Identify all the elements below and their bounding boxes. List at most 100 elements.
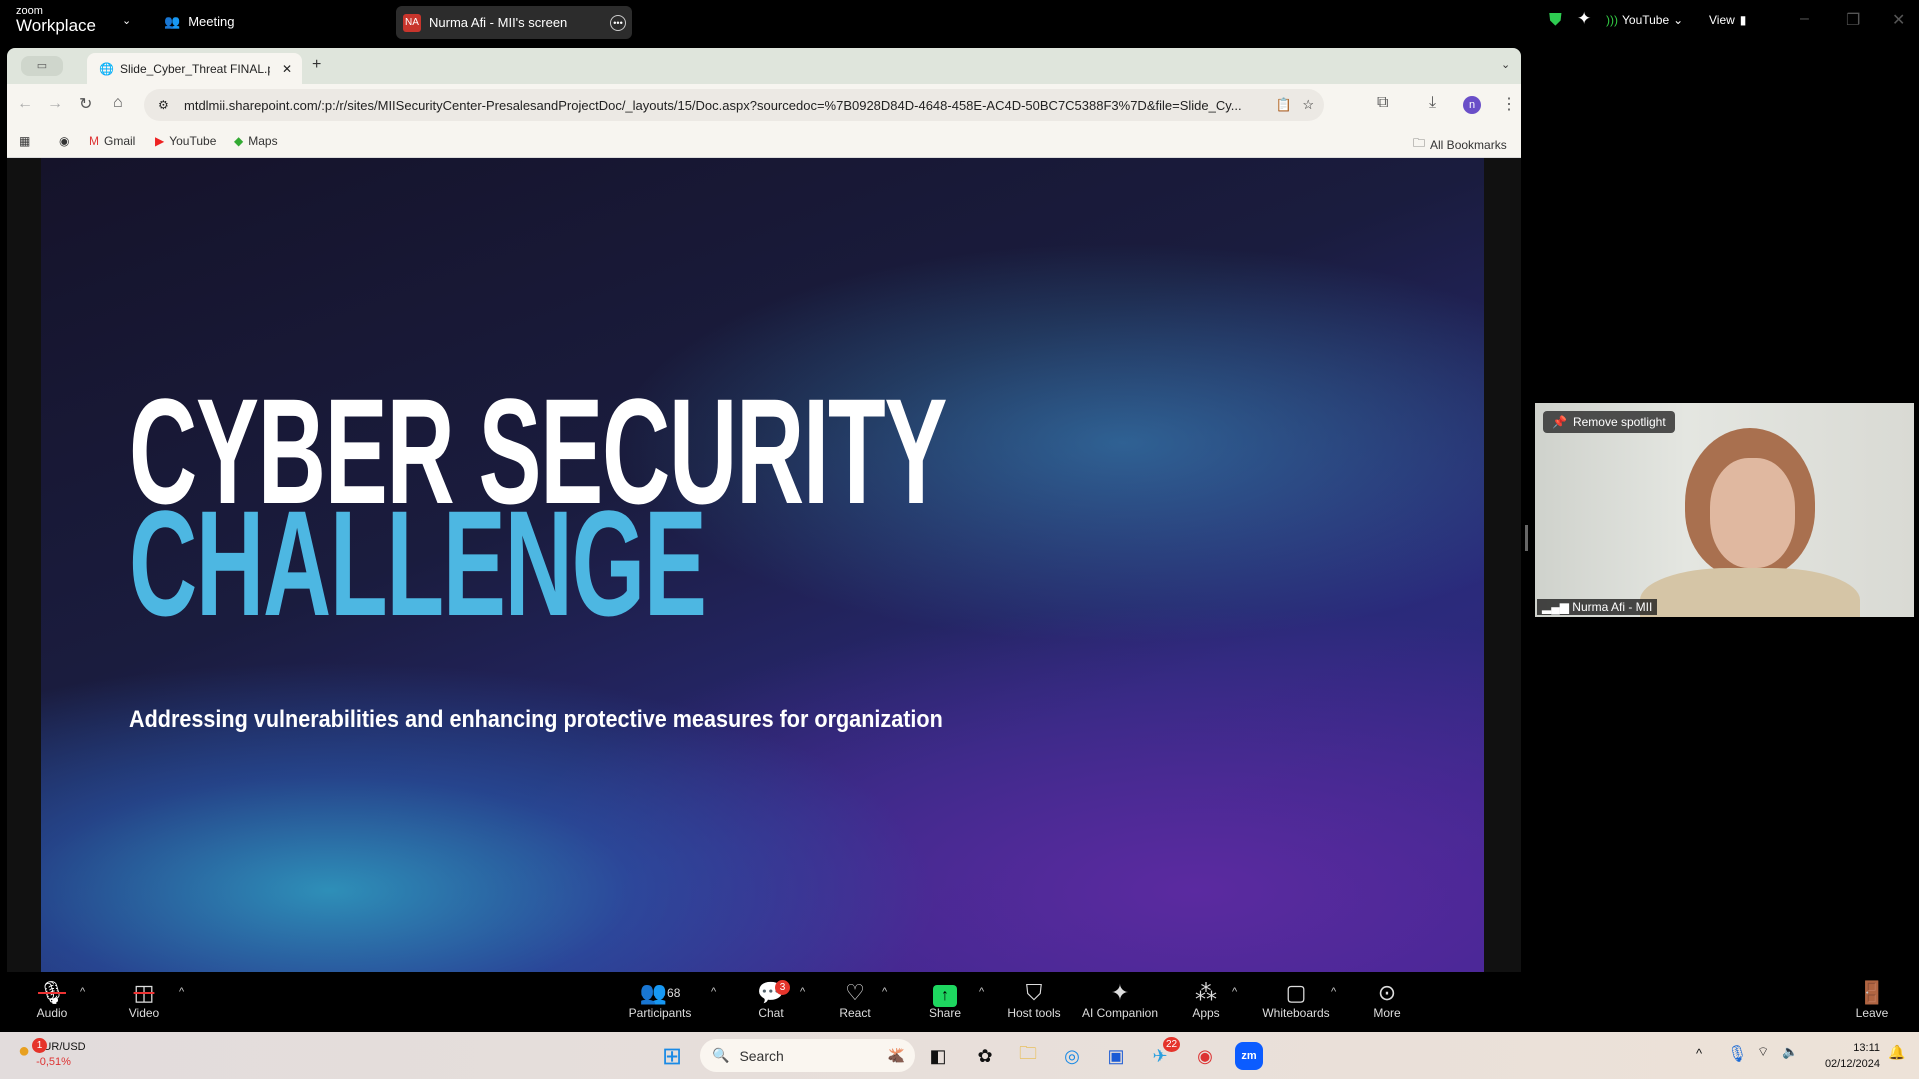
meeting-toolbar: 🎙 Audio ^ ◫ Video ^ 👥68 Participants ^ 💬 Cha… <box>0 972 1919 1032</box>
apps-options-caret[interactable]: ^ <box>1232 986 1237 998</box>
apps-grid-icon[interactable]: ▦ <box>19 134 30 148</box>
video-button[interactable]: ◫ Video <box>99 980 189 1020</box>
stock-widget[interactable]: ● 1 EUR/USD -0,51% <box>18 1038 86 1070</box>
video-options-caret[interactable]: ^ <box>179 986 184 998</box>
windows-start-icon[interactable]: ⊞ <box>658 1042 686 1070</box>
windows-taskbar: ● 1 EUR/USD -0,51% ⊞ 🔍 Search 🫎 ◧ ✿ 🗀 ◎ ▣ … <box>0 1032 1919 1079</box>
leave-label: Leave <box>1855 1006 1889 1020</box>
share-label: Share <box>928 1006 962 1020</box>
tab-search-icon[interactable]: ⌄ <box>1501 58 1510 71</box>
ai-companion-label: AI Companion <box>1081 1006 1159 1020</box>
minimize-button[interactable]: – <box>1800 10 1809 28</box>
shield-check-icon[interactable]: ⛊ <box>1549 10 1562 30</box>
close-tab-icon[interactable]: ✕ <box>282 62 292 76</box>
chevron-down-icon[interactable]: ⌄ <box>122 14 131 27</box>
microphone-icon[interactable]: 🎙 <box>1727 1044 1747 1064</box>
bookmark-maps[interactable]: ◆ Maps <box>234 134 278 148</box>
menu-icon[interactable]: ⋮ <box>1501 94 1517 114</box>
host-tools-button[interactable]: ⛉ Host tools <box>989 980 1079 1020</box>
participant-video-tile[interactable]: 📌 Remove spotlight ▂▄▆ Nurma Afi - MII <box>1535 403 1914 617</box>
share-options-caret[interactable]: ^ <box>979 986 984 998</box>
meeting-label: Meeting <box>188 14 235 29</box>
site-info-icon[interactable]: ⚙ <box>158 98 169 112</box>
view-label: View <box>1709 13 1735 27</box>
participants-button[interactable]: 👥68 Participants <box>615 980 705 1020</box>
profile-avatar[interactable]: n <box>1463 96 1481 114</box>
maps-icon: ◆ <box>234 134 244 148</box>
tray-overflow-icon[interactable]: ^ <box>1696 1046 1702 1061</box>
all-bookmarks-button[interactable]: 🗀 All Bookmarks <box>1413 134 1507 155</box>
chat-badge: 3 <box>775 980 790 995</box>
task-view-icon[interactable]: ◧ <box>924 1042 952 1070</box>
tab-slide[interactable]: 🌐 Slide_Cyber_Threat FINAL.pp ✕ <box>87 53 302 84</box>
tab-bar: ▭ 🌐 Slide_Cyber_Threat FINAL.pp ✕ + ⌄ <box>7 48 1521 84</box>
chrome-icon[interactable]: ◉ <box>59 134 69 148</box>
home-icon[interactable]: ⌂ <box>113 94 123 112</box>
slide-title-line2: CHALLENGE <box>129 479 707 647</box>
shared-browser-window: ▭ 🌐 Slide_Cyber_Threat FINAL.pp ✕ + ⌄ ← … <box>7 48 1521 972</box>
whiteboards-options-caret[interactable]: ^ <box>1331 986 1336 998</box>
panel-resize-handle[interactable] <box>1525 525 1528 551</box>
apps-button[interactable]: ⁂ Apps <box>1161 980 1251 1020</box>
slide-subtitle: Addressing vulnerabilities and enhancing… <box>129 706 943 733</box>
close-button[interactable]: ✕ <box>1892 10 1905 30</box>
screen-share-indicator[interactable]: NA Nurma Afi - MII's screen ••• <box>396 6 632 39</box>
chat-options-caret[interactable]: ^ <box>800 986 805 998</box>
meeting-button[interactable]: 👥 Meeting <box>164 14 234 30</box>
url-text: mtdlmii.sharepoint.com/:p:/r/sites/MIISe… <box>184 97 1242 113</box>
sparkle-icon[interactable]: ✦ <box>1577 9 1591 29</box>
volume-icon[interactable]: 🔈 <box>1782 1044 1798 1060</box>
audio-options-caret[interactable]: ^ <box>80 986 85 998</box>
view-button[interactable]: View ▮ <box>1709 13 1746 27</box>
react-options-caret[interactable]: ^ <box>882 986 887 998</box>
taskbar-search[interactable]: 🔍 Search 🫎 <box>700 1039 915 1072</box>
mic-muted-icon: 🎙 <box>38 980 66 1005</box>
remove-spotlight-button[interactable]: 📌 Remove spotlight <box>1543 411 1675 433</box>
share-button[interactable]: ↑ Share <box>900 980 990 1020</box>
clock[interactable]: 13:11 02/12/2024 <box>1812 1040 1880 1072</box>
zoom-logo: zoom Workplace <box>16 6 96 35</box>
edge-icon[interactable]: ◎ <box>1058 1042 1086 1070</box>
participants-label: Participants <box>628 1006 692 1020</box>
extensions-icon[interactable]: ⧉ <box>1377 94 1388 112</box>
whiteboards-button[interactable]: ▢ Whiteboards <box>1251 980 1341 1020</box>
more-label: More <box>1373 1006 1401 1020</box>
date: 02/12/2024 <box>1824 1058 1880 1070</box>
download-icon[interactable]: ⤓ <box>1429 94 1436 112</box>
new-tab-button[interactable]: + <box>312 56 321 74</box>
file-explorer-icon[interactable]: 🗀 <box>1014 1042 1042 1070</box>
leave-door-icon: 🚪 <box>1858 980 1886 1005</box>
avatar: NA <box>403 13 421 32</box>
more-icon: ⊙ <box>1377 980 1397 1005</box>
chevron-down-icon: ⌄ <box>1673 13 1684 27</box>
back-icon[interactable]: ← <box>17 95 33 113</box>
store-icon[interactable]: ▣ <box>1102 1042 1130 1070</box>
apps-icon: ⁂ <box>1195 980 1217 1005</box>
maximize-button[interactable]: ❐ <box>1846 10 1860 30</box>
globe-icon: 🌐 <box>99 61 114 76</box>
tab-groups-icon[interactable]: ▭ <box>21 56 63 76</box>
people-icon: 👥 <box>164 14 181 29</box>
more-button[interactable]: ⊙ More <box>1342 980 1432 1020</box>
forward-icon[interactable]: → <box>47 95 63 113</box>
bookmark-star-icon[interactable]: ☆ <box>1302 97 1314 113</box>
coins-icon: ● <box>18 1040 31 1062</box>
bookmark-youtube[interactable]: ▶ YouTube <box>155 134 216 148</box>
notification-bell-icon[interactable]: 🔔 <box>1888 1044 1905 1061</box>
zoom-app-icon[interactable]: zm <box>1235 1042 1263 1070</box>
folder-icon: 🗀 <box>1413 136 1426 150</box>
more-options-icon[interactable]: ••• <box>610 14 626 31</box>
chrome-icon[interactable]: ◉ <box>1191 1042 1219 1070</box>
address-bar-row: ← → ↻ ⌂ ⚙ mtdlmii.sharepoint.com/:p:/r/s… <box>7 84 1521 126</box>
url-field[interactable]: ⚙ mtdlmii.sharepoint.com/:p:/r/sites/MII… <box>144 89 1324 121</box>
participant-name: Nurma Afi - MII <box>1572 600 1653 614</box>
participants-options-caret[interactable]: ^ <box>711 986 716 998</box>
bookmark-gmail[interactable]: M Gmail <box>89 134 135 148</box>
leave-button[interactable]: 🚪 Leave <box>1827 980 1917 1020</box>
reload-icon[interactable]: ↻ <box>79 94 92 114</box>
wifi-icon[interactable]: ⌔ <box>1757 1044 1769 1060</box>
ai-companion-button[interactable]: ✦ AI Companion <box>1075 980 1165 1020</box>
clipboard-icon[interactable]: 📋 <box>1276 97 1292 113</box>
copilot-icon[interactable]: ✿ <box>971 1042 999 1070</box>
audio-source-dropdown[interactable]: ))) YouTube ⌄ <box>1606 13 1683 27</box>
